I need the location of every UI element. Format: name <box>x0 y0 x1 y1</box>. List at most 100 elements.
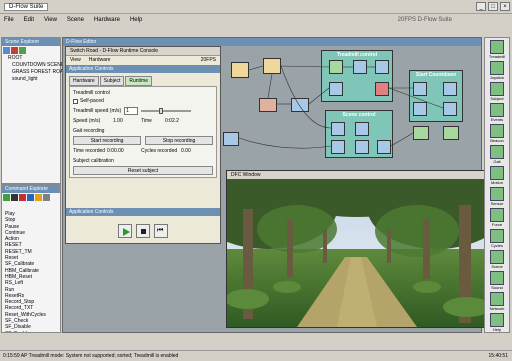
tab-hardware[interactable]: Hardware <box>69 76 99 86</box>
cycles-recorded-value: 0.00 <box>181 148 191 154</box>
speed-readout-value: 1.00 <box>113 118 123 124</box>
tool-item[interactable]: Force <box>486 208 508 227</box>
step-icon[interactable] <box>27 194 34 201</box>
right-toolbar: Treadmill Joystick Subject Events Beacon Gait… <box>484 37 510 333</box>
tree-item[interactable]: ROOT <box>2 55 60 62</box>
add-icon[interactable] <box>3 47 10 54</box>
section-treadmill: Treadmill control <box>73 90 110 96</box>
tool-icon <box>490 124 504 138</box>
stop-icon[interactable] <box>11 194 18 201</box>
minimize-button[interactable]: _ <box>476 2 486 11</box>
command-list: Play Stop Pause Continue Action RESET RESET_TM… <box>2 211 60 332</box>
time-value: 0:02.2 <box>165 118 179 124</box>
menu-hardware[interactable]: Hardware <box>94 17 120 23</box>
stop-button[interactable] <box>136 224 150 238</box>
tool-icon <box>490 145 504 159</box>
menu-file[interactable]: File <box>4 17 14 23</box>
tool-item[interactable]: Help <box>486 313 508 332</box>
stop-icon <box>141 229 146 234</box>
app-controls-header: Application Controls <box>66 65 220 73</box>
speed-readout-label: Speed (m/s) <box>73 118 101 124</box>
tool-icon <box>490 229 504 243</box>
tree-item[interactable]: sound_light <box>2 76 60 83</box>
scene-explorer-panel: Scene Explorer ROOT COUNTDOWN SCENE GRAS… <box>1 37 82 184</box>
tool-item[interactable]: Motion <box>486 166 508 185</box>
reset-subject-button[interactable]: Reset subject <box>73 166 213 175</box>
play-button[interactable] <box>118 224 132 238</box>
command-explorer-panel: Command Explorer Play Stop Pause Continue Ac… <box>1 184 61 333</box>
status-text: 0:15:59 AP Treadmill mode: System not su… <box>3 353 179 359</box>
tool-item[interactable]: Treadmill <box>486 40 508 59</box>
tool-icon <box>490 103 504 117</box>
stop-recording-button[interactable]: Stop recording <box>145 136 213 145</box>
recording-readout: Time recorded 0:00.00 Cycles recorded 0.… <box>73 148 213 154</box>
command-toolbar <box>2 193 60 211</box>
speed-label: Treadmill speed (m/s) <box>73 108 122 114</box>
record-icon[interactable] <box>19 194 26 201</box>
time-recorded-value: 0:00.00 <box>107 148 124 154</box>
speed-input[interactable]: 1 <box>124 107 139 115</box>
vr-window: DFC Window <box>226 170 490 328</box>
tool-label: Events <box>490 117 504 122</box>
rewind-button[interactable]: ⏮ <box>154 224 168 238</box>
command-explorer-header: Command Explorer <box>2 185 60 193</box>
refresh-icon[interactable] <box>19 47 26 54</box>
dialog-menu-hardware[interactable]: Hardware <box>89 56 111 65</box>
reset-icon[interactable] <box>43 194 50 201</box>
playback-controls: ⏮ <box>66 216 220 238</box>
tool-item[interactable]: Sound <box>486 271 508 290</box>
dialog-tabs: Hardware Subject Runtime <box>66 73 220 86</box>
time-label: Time <box>141 118 152 124</box>
tree-item[interactable]: GRASS FOREST ROAD TILES <box>2 69 82 76</box>
pause-icon[interactable] <box>35 194 42 201</box>
tool-item[interactable]: Cycles <box>486 229 508 248</box>
tool-icon <box>490 82 504 96</box>
play-icon[interactable] <box>3 194 10 201</box>
scene-toolbar <box>2 46 60 55</box>
self-paced-checkbox[interactable] <box>73 98 78 104</box>
tool-icon <box>490 292 504 306</box>
command-item[interactable]: SF_Enable <box>2 331 60 332</box>
tool-label: Cycles <box>490 243 503 248</box>
tool-icon <box>490 187 504 201</box>
tool-icon <box>490 40 504 54</box>
playback-header: Application Controls <box>66 208 220 216</box>
tool-item[interactable]: Network <box>486 292 508 311</box>
tool-item[interactable]: Events <box>486 103 508 122</box>
tool-label: Sensor <box>490 201 504 206</box>
dialog-menu-view[interactable]: View <box>70 56 81 65</box>
tab-subject[interactable]: Subject <box>99 76 125 86</box>
tool-icon <box>490 208 504 222</box>
menu-help[interactable]: Help <box>130 17 142 23</box>
tool-list: Treadmill Joystick Subject Events Beacon Gait… <box>485 40 509 332</box>
close-button[interactable]: × <box>500 2 510 11</box>
menu-edit[interactable]: Edit <box>24 17 34 23</box>
tool-item[interactable]: Sensor <box>486 187 508 206</box>
dialog-fps: 20FPS <box>200 57 216 63</box>
tool-label: Scene <box>491 264 503 269</box>
tool-icon <box>490 313 504 327</box>
tool-item[interactable]: Subject <box>486 82 508 101</box>
play-icon <box>123 228 130 236</box>
speed-slider[interactable] <box>141 108 192 114</box>
tool-item[interactable]: Scene <box>486 250 508 269</box>
start-recording-button[interactable]: Start recording <box>73 136 141 145</box>
speed-row: Treadmill speed (m/s) 1 <box>73 107 213 115</box>
delete-icon[interactable] <box>11 47 18 54</box>
menu-view[interactable]: View <box>44 17 57 23</box>
menu-scene[interactable]: Scene <box>67 17 84 23</box>
section-gait: Gait recording <box>73 128 105 134</box>
tool-label: Treadmill <box>488 54 506 59</box>
tool-item[interactable]: Gait <box>486 145 508 164</box>
tool-item[interactable]: Beacon <box>486 124 508 143</box>
cycles-recorded-label: Cycles recorded <box>141 148 178 154</box>
speed-slider-thumb[interactable] <box>159 108 164 114</box>
dialog-title: Switch Road - D-Flow Runtime Console <box>66 47 220 56</box>
tool-item[interactable]: Joystick <box>486 61 508 80</box>
tool-label: Beacon <box>490 138 504 143</box>
tool-label: Help <box>492 327 502 332</box>
maximize-button[interactable]: □ <box>488 2 498 11</box>
tree-item[interactable]: COUNTDOWN SCENE <box>2 62 64 69</box>
menu-bar: File Edit View Scene Hardware Help 20FPS… <box>0 14 512 26</box>
tab-runtime[interactable]: Runtime <box>125 76 152 86</box>
